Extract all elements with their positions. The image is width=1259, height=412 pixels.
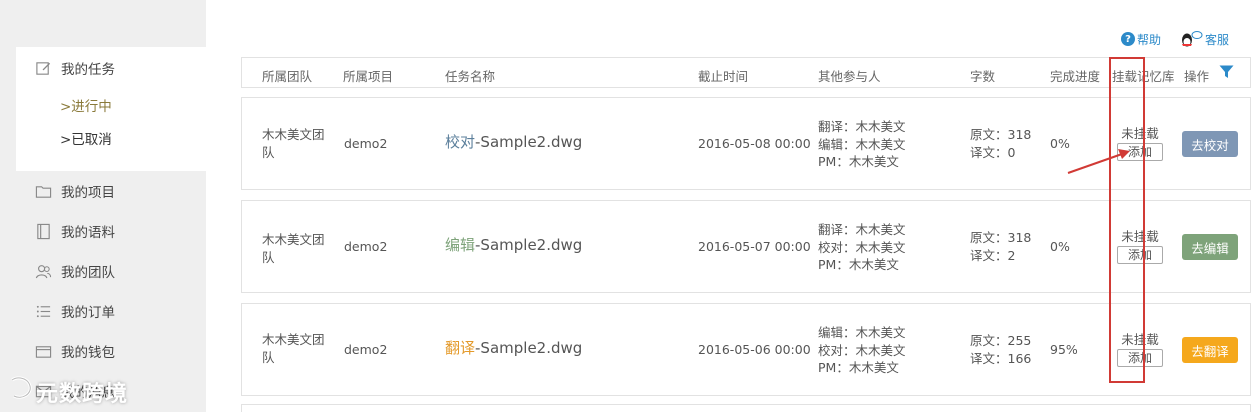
sidebar: 我的任务 >进行中 >已取消 我的项目 我的语料 我的团队 我的订单 我的钱包 [0,0,206,412]
cell-progress: 95% [1050,342,1078,357]
task-type-tag: 校对 [445,133,476,151]
cell-project: demo2 [344,136,388,151]
target-word-count: 译文：0 [970,144,1016,160]
table-row-partial [241,404,1251,412]
cell-participants: 编辑：木木美文 校对：木木美文 PM：木木美文 [818,324,906,377]
sidebar-item-team[interactable]: 我的团队 [34,261,115,281]
task-type-tag: 编辑 [445,236,476,254]
task-type-tag: 翻译 [445,339,476,357]
task-file-name: -Sample2.dwg [475,236,583,254]
cell-deadline: 2016-05-08 00:00 [698,136,811,151]
memory-column-highlight [1109,57,1145,383]
header-participants: 其他参与人 [818,69,881,84]
sidebar-item-projects[interactable]: 我的项目 [34,181,115,201]
go-translate-button[interactable]: 去翻译 [1182,337,1238,363]
cell-words: 原文：318 译文：0 [970,126,1031,161]
sidebar-item-label: 我的钱包 [61,345,115,361]
cell-task-name[interactable]: 编辑-Sample2.dwg [445,236,582,254]
filter-icon[interactable] [1219,65,1234,79]
participant: 翻译：木木美文 [818,222,906,237]
task-file-name: -Sample2.dwg [475,133,583,151]
help-icon[interactable]: ? [1121,32,1135,46]
participant: 编辑：木木美文 [818,136,906,152]
header-team: 所属团队 [262,69,313,84]
participant: PM：木木美文 [818,154,899,169]
cell-progress: 0% [1050,239,1070,254]
task-file-name: -Sample2.dwg [475,339,583,357]
sidebar-item-label: 我的任务 [61,62,115,78]
cell-task-name[interactable]: 校对-Sample2.dwg [445,133,582,151]
go-edit-button[interactable]: 去编辑 [1182,234,1238,260]
sidebar-item-label: 我的团队 [61,265,115,281]
table-header: 所属团队 所属项目 任务名称 截止时间 其他参与人 字数 完成进度 挂载记忆库 … [241,57,1251,88]
source-word-count: 原文：255 [970,333,1032,348]
sidebar-sub-cancelled[interactable]: >已取消 [60,128,112,148]
sidebar-item-orders[interactable]: 我的订单 [34,301,115,321]
table-row: 木木美文团队 demo2 校对-Sample2.dwg 2016-05-08 0… [241,97,1251,190]
service-link[interactable]: 客服 [1205,31,1229,48]
cell-team: 木木美文团队 [262,332,325,365]
wallet-icon [34,342,52,360]
book-icon [34,222,52,240]
header-task-name: 任务名称 [445,69,496,84]
qq-icon[interactable] [1179,30,1203,48]
header-deadline: 截止时间 [698,69,749,84]
cell-team: 木木美文团队 [262,127,325,160]
go-review-button[interactable]: 去校对 [1182,131,1238,157]
header-words: 字数 [970,69,996,84]
sidebar-sub-in-progress[interactable]: >进行中 [60,95,112,115]
cell-words: 原文：318 译文：2 [970,229,1031,264]
sidebar-item-corpus[interactable]: 我的语料 [34,221,115,241]
team-icon [34,262,52,280]
participant: PM：木木美文 [818,257,899,272]
participant: PM：木木美文 [818,360,899,375]
watermark-text: 元数跨境 [36,382,129,407]
sidebar-item-tasks[interactable]: 我的任务 [34,58,115,78]
header-progress: 完成进度 [1050,69,1101,84]
table-row: 木木美文团队 demo2 翻译-Sample2.dwg 2016-05-06 0… [241,303,1251,396]
header-project: 所属项目 [343,69,394,84]
participant: 校对：木木美文 [818,342,906,358]
target-word-count: 译文：166 [970,350,1032,366]
header-action: 操作 [1184,69,1210,84]
sidebar-item-label: 我的语料 [61,225,115,241]
cell-project: demo2 [344,239,388,254]
participant: 编辑：木木美文 [818,325,906,340]
help-link[interactable]: 帮助 [1137,31,1161,48]
cell-project: demo2 [344,342,388,357]
cell-deadline: 2016-05-07 00:00 [698,239,811,254]
cell-participants: 翻译：木木美文 编辑：木木美文 PM：木木美文 [818,118,906,171]
cell-team: 木木美文团队 [262,232,325,265]
table-row: 木木美文团队 demo2 编辑-Sample2.dwg 2016-05-07 0… [241,200,1251,293]
top-links: ? 帮助 客服 [1121,30,1229,48]
list-icon [34,302,52,320]
sidebar-item-label: 我的项目 [61,185,115,201]
source-word-count: 原文：318 [970,230,1032,245]
cell-participants: 翻译：木木美文 校对：木木美文 PM：木木美文 [818,221,906,274]
source-word-count: 原文：318 [970,127,1032,142]
cell-task-name[interactable]: 翻译-Sample2.dwg [445,339,582,357]
sidebar-item-label: 我的订单 [61,305,115,321]
sidebar-item-wallet[interactable]: 我的钱包 [34,341,115,361]
cell-deadline: 2016-05-06 00:00 [698,342,811,357]
participant: 翻译：木木美文 [818,119,906,134]
edit-icon [34,59,52,77]
annotation-arrow-icon [1067,149,1130,174]
folder-icon [34,182,52,200]
target-word-count: 译文：2 [970,247,1016,263]
participant: 校对：木木美文 [818,239,906,255]
watermark-logo-icon [11,376,32,399]
cell-words: 原文：255 译文：166 [970,332,1031,367]
